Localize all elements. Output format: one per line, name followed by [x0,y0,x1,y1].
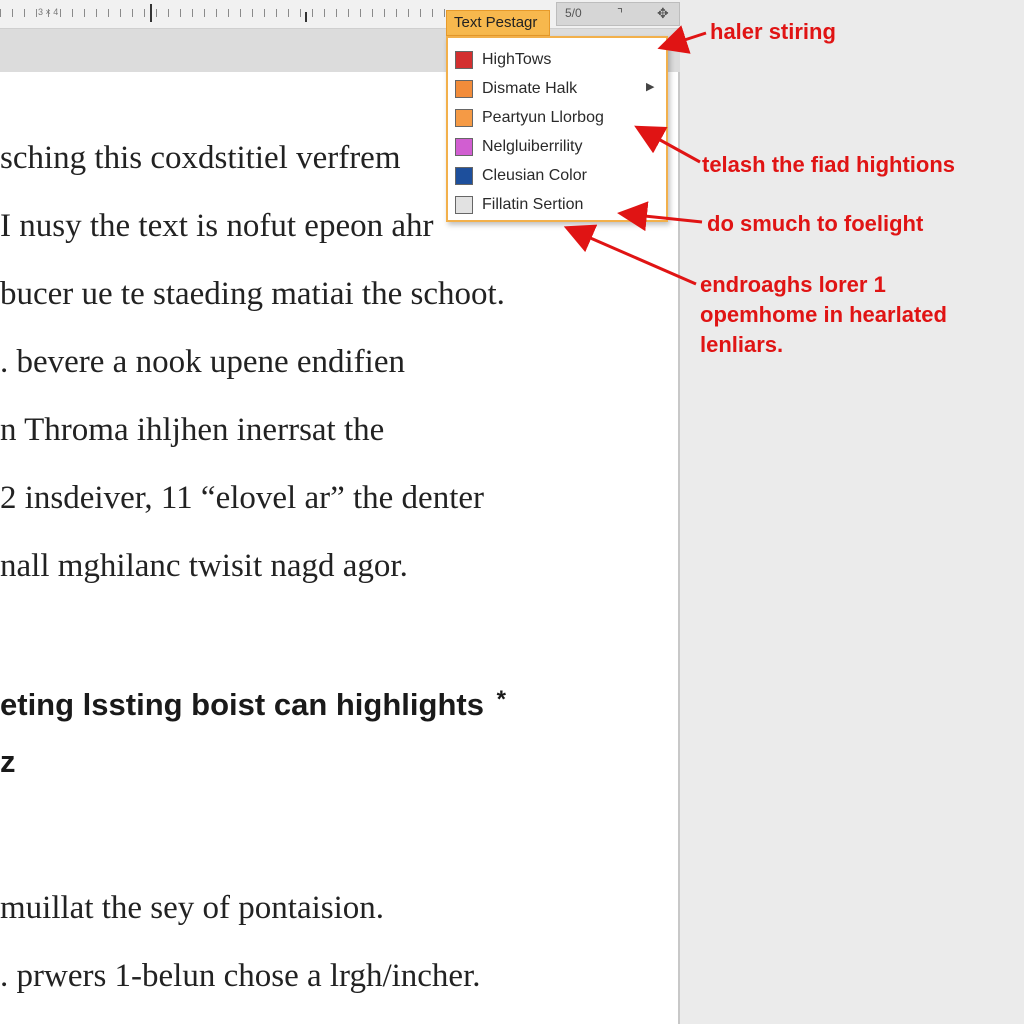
annotation-arrow [657,25,707,54]
annotation-label: do smuch to foelight [707,211,924,236]
annotation-arrow [634,125,701,164]
annotation-label: endroaghs lorer 1 [700,272,886,297]
annotation-label: opemhome in hearlated [700,302,947,327]
annotation-arrow [617,201,703,232]
annotation-arrow [563,224,697,286]
annotation-label: haler stiring [710,19,836,44]
annotation-label: lenliars. [700,332,784,357]
annotation-label: telash the fiad hightions [702,152,956,177]
